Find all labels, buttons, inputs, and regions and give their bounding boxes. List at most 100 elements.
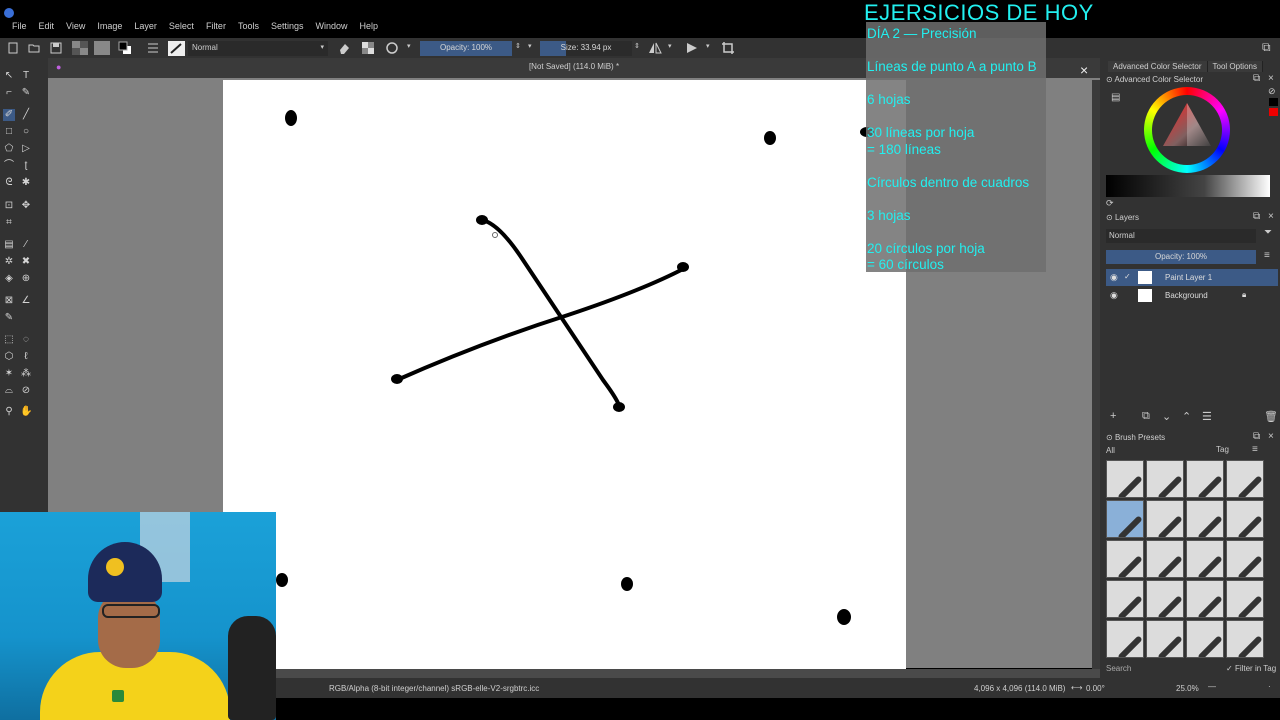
value-strip[interactable]: [1106, 175, 1270, 197]
close-docker-icon[interactable]: ×: [1268, 211, 1274, 222]
visibility-eye-icon[interactable]: ◉: [1110, 272, 1118, 283]
menu-help[interactable]: Help: [354, 21, 385, 31]
brush-preset[interactable]: [1146, 580, 1184, 618]
edit-shapes-icon[interactable]: ⌐: [3, 87, 15, 99]
menu-window[interactable]: Window: [309, 21, 353, 31]
foreground-color-swatch[interactable]: [1269, 98, 1278, 106]
duplicate-layer-icon[interactable]: ⧉: [1142, 410, 1150, 423]
lock-icon[interactable]: 🔒︎: [1242, 290, 1246, 300]
rotation-icon[interactable]: ⟷: [1071, 683, 1082, 692]
elliptical-select-icon[interactable]: ◌: [20, 334, 32, 346]
brush-preset[interactable]: [1106, 620, 1144, 658]
brush-preset[interactable]: [1146, 500, 1184, 538]
vertical-scrollbar[interactable]: [1092, 80, 1100, 669]
polygon-tool-icon[interactable]: ⬠: [3, 143, 15, 155]
brush-preset[interactable]: [1226, 620, 1264, 658]
freehand-select-icon[interactable]: ℓ: [20, 351, 32, 363]
tab-tool-options[interactable]: Tool Options: [1207, 61, 1263, 72]
brush-preset[interactable]: [1226, 460, 1264, 498]
wrap-around-icon[interactable]: [721, 41, 735, 55]
brush-preset[interactable]: [1146, 620, 1184, 658]
layer-properties-icon[interactable]: ☰: [1202, 410, 1212, 423]
menu-lines-icon[interactable]: ≡: [1264, 250, 1270, 261]
enclose-fill-icon[interactable]: ⊕: [20, 273, 32, 285]
zoom-out-icon[interactable]: —: [1208, 682, 1216, 691]
presets-tag-button[interactable]: Tag: [1216, 445, 1229, 454]
brush-preset[interactable]: [1226, 580, 1264, 618]
reset-color-icon[interactable]: ⊘: [1268, 86, 1276, 97]
new-document-icon[interactable]: [6, 41, 20, 55]
float-docker-icon[interactable]: ⧉: [1253, 211, 1260, 222]
brush-preset-icon[interactable]: [168, 41, 185, 56]
layer-row[interactable]: ◉ Background 🔒︎: [1106, 287, 1278, 304]
brush-preset[interactable]: [1186, 620, 1224, 658]
spin-arrows-icon[interactable]: ⇕: [515, 42, 521, 50]
delete-layer-icon[interactable]: 🗑︎: [1264, 410, 1278, 423]
measure-tool-icon[interactable]: ∠: [20, 295, 32, 307]
polygonal-select-icon[interactable]: ⬡: [3, 351, 15, 363]
magnetic-select-icon[interactable]: ⊘: [20, 385, 32, 397]
rectangle-tool-icon[interactable]: □: [3, 126, 15, 138]
freehand-path-icon[interactable]: ʈ: [20, 160, 32, 172]
pan-tool-icon[interactable]: ✋: [20, 406, 32, 418]
move-tool-icon[interactable]: ✥: [20, 200, 32, 212]
layer-row[interactable]: ◉ ✓ Paint Layer 1: [1106, 269, 1278, 286]
mirror-horizontal-icon[interactable]: [648, 41, 662, 55]
bezier-select-icon[interactable]: ⌓: [3, 385, 15, 397]
rectangular-select-icon[interactable]: ⬚: [3, 334, 15, 346]
presets-search-input[interactable]: Search: [1106, 664, 1131, 673]
spin-arrows-icon[interactable]: ⇕: [634, 42, 640, 50]
calligraphy-icon[interactable]: ✎: [20, 87, 32, 99]
mirror-vertical-icon[interactable]: [685, 41, 699, 55]
reference-images-icon[interactable]: ✎: [3, 312, 15, 324]
lock-icon[interactable]: ⊙: [1106, 75, 1113, 84]
ellipse-tool-icon[interactable]: ○: [20, 126, 32, 138]
color-history-icon[interactable]: ▤: [1111, 92, 1120, 103]
tab-advanced-color-selector[interactable]: Advanced Color Selector: [1108, 61, 1208, 72]
brush-preset[interactable]: [1146, 540, 1184, 578]
reload-preset-icon[interactable]: [385, 41, 399, 55]
line-tool-icon[interactable]: ╱: [20, 109, 32, 121]
lock-icon[interactable]: ⊙: [1106, 433, 1113, 442]
brush-preset[interactable]: [1226, 500, 1264, 538]
checkbox-icon[interactable]: ✓: [1124, 272, 1131, 281]
horizontal-scrollbar[interactable]: [276, 669, 1100, 678]
close-docker-icon[interactable]: ×: [1268, 431, 1274, 442]
menu-image[interactable]: Image: [91, 21, 128, 31]
background-color-swatch[interactable]: [1269, 108, 1278, 116]
zoom-level[interactable]: 25.0%: [1176, 684, 1199, 693]
save-icon[interactable]: [49, 41, 63, 55]
layer-blend-select[interactable]: Normal: [1106, 229, 1256, 243]
gradient-pattern-icon[interactable]: [72, 41, 88, 55]
chevron-down-icon[interactable]: ▾: [407, 42, 411, 50]
brush-preset[interactable]: [1106, 460, 1144, 498]
gradient-tool-icon[interactable]: ▤: [3, 239, 15, 251]
menu-layer[interactable]: Layer: [128, 21, 163, 31]
text-tool-icon[interactable]: T: [20, 70, 32, 82]
close-docker-icon[interactable]: ×: [1268, 73, 1274, 84]
brush-preset[interactable]: [1186, 540, 1224, 578]
move-up-icon[interactable]: ⌃: [1182, 410, 1191, 423]
crop-tool-icon[interactable]: ⌗: [3, 217, 15, 229]
colorize-mask-icon[interactable]: ✲: [3, 256, 15, 268]
menu-file[interactable]: File: [6, 21, 33, 31]
transform-tool-icon[interactable]: ⊡: [3, 200, 15, 212]
menu-edit[interactable]: Edit: [33, 21, 61, 31]
lock-icon[interactable]: ⊙: [1106, 213, 1113, 222]
layer-opacity-slider[interactable]: Opacity: 100%: [1106, 250, 1256, 264]
foreground-background-color-icon[interactable]: [118, 41, 132, 55]
brush-preset[interactable]: [1146, 460, 1184, 498]
select-shapes-icon[interactable]: ↖: [3, 70, 15, 82]
brush-preset[interactable]: [1106, 540, 1144, 578]
filter-in-tag-checkbox[interactable]: ✓ Filter in Tag: [1226, 664, 1276, 673]
contiguous-select-icon[interactable]: ✶: [3, 368, 15, 380]
color-triangle[interactable]: [1159, 100, 1215, 156]
chevron-down-icon[interactable]: ▾: [668, 42, 672, 50]
menu-tools[interactable]: Tools: [232, 21, 265, 31]
refresh-icon[interactable]: ⟳: [1106, 198, 1114, 209]
size-slider[interactable]: Size: 33.94 px: [540, 41, 632, 56]
preserve-alpha-icon[interactable]: [361, 41, 375, 55]
brush-settings-icon[interactable]: [146, 41, 160, 55]
docker-toggle-icon[interactable]: ⧉: [1262, 40, 1271, 55]
assistant-tool-icon[interactable]: ⊠: [3, 295, 15, 307]
